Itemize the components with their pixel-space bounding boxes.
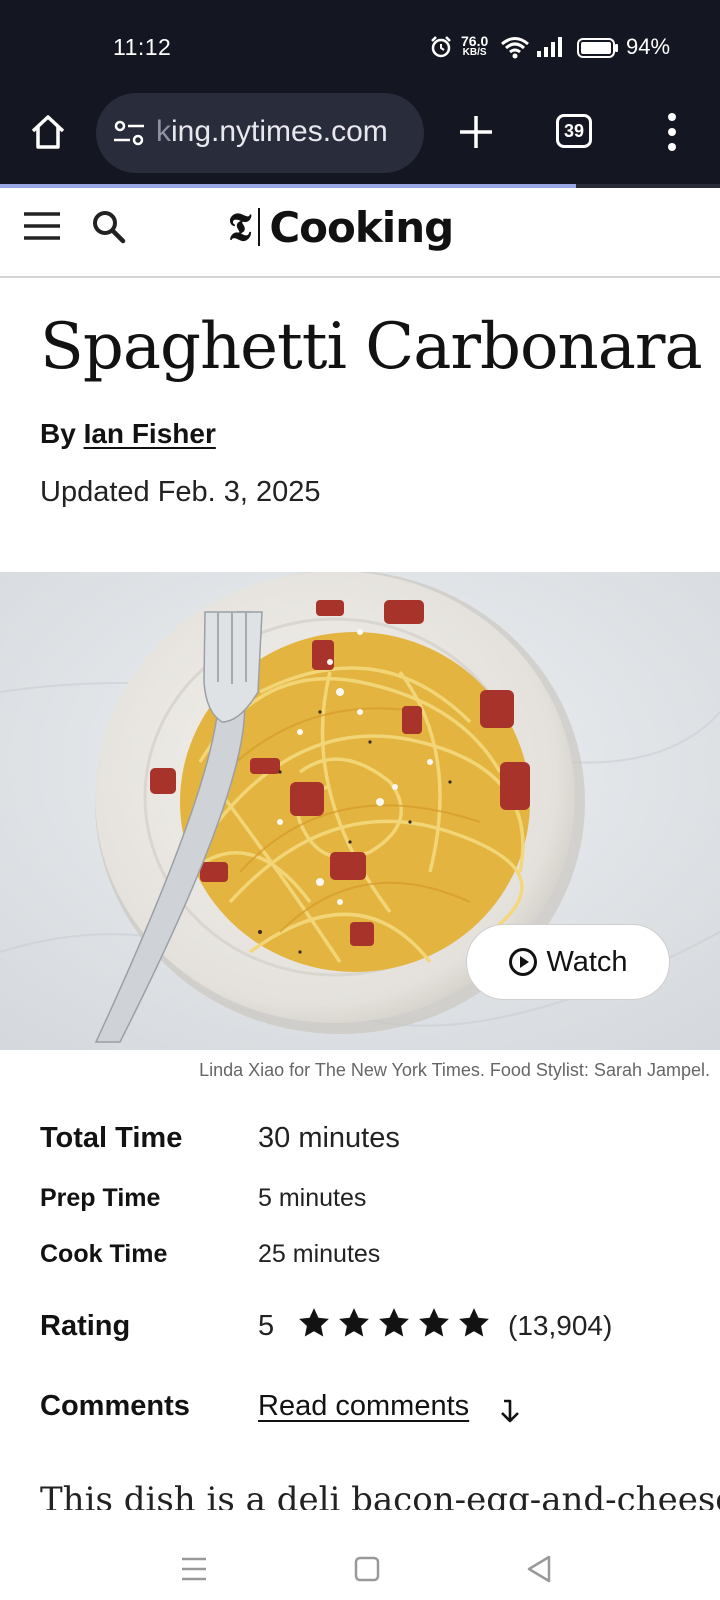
rating-count: (13,904) xyxy=(508,1310,613,1341)
comments-label: Comments xyxy=(40,1390,190,1422)
nav-home-icon[interactable] xyxy=(354,1556,380,1582)
page-title: Spaghetti Carbonara xyxy=(40,310,703,384)
url-text[interactable]: king.nytimes.com xyxy=(156,115,406,149)
rating-stars[interactable] xyxy=(296,1306,492,1340)
browser-toolbar: king.nytimes.com 39 xyxy=(0,92,720,186)
watch-label: Watch xyxy=(546,945,628,978)
home-button[interactable] xyxy=(26,110,70,154)
status-bar: 11:12 76.0 KB/S 94% xyxy=(0,0,720,92)
byline: By Ian Fisher xyxy=(40,418,216,450)
search-icon[interactable] xyxy=(90,208,126,244)
read-comments-link[interactable]: Read comments xyxy=(258,1390,469,1423)
battery-icon xyxy=(577,38,618,58)
site-logo[interactable]: 𝕿 Cooking xyxy=(228,202,454,252)
arrow-down-icon[interactable] xyxy=(498,1398,522,1424)
tabs-icon[interactable]: 39 xyxy=(556,114,592,148)
star-icon xyxy=(339,1308,369,1337)
nav-back-icon[interactable] xyxy=(526,1554,552,1584)
overflow-menu-icon[interactable] xyxy=(662,110,682,154)
net-speed-unit: KB/S xyxy=(462,47,487,58)
net-speed: 76.0 KB/S xyxy=(461,33,489,59)
site-settings-icon[interactable] xyxy=(112,117,146,149)
site-brand: Cooking xyxy=(269,202,454,252)
signal-icon xyxy=(537,37,562,57)
author-link[interactable]: Ian Fisher xyxy=(84,418,216,449)
prep-time-label: Prep Time xyxy=(40,1184,161,1212)
star-icon xyxy=(459,1308,489,1337)
watch-video-button[interactable]: Watch xyxy=(466,924,670,1000)
rating-label: Rating xyxy=(40,1310,131,1342)
wifi-icon xyxy=(501,37,529,59)
site-header: 𝕿 Cooking xyxy=(0,188,720,278)
url-prefix: k xyxy=(156,115,171,148)
total-time-value: 30 minutes xyxy=(258,1122,400,1154)
tab-count: 39 xyxy=(563,120,585,141)
rating-value: 5 xyxy=(258,1310,275,1342)
updated-date: Updated Feb. 3, 2025 xyxy=(40,476,321,508)
nyt-logo-icon: 𝕿 xyxy=(228,204,252,249)
home-icon xyxy=(31,115,65,149)
status-time: 11:12 xyxy=(113,34,172,60)
system-nav-bar xyxy=(0,1510,720,1600)
battery-percent: 94% xyxy=(626,34,671,59)
alarm-icon xyxy=(431,36,451,58)
url-bar[interactable]: king.nytimes.com xyxy=(96,93,424,173)
plus-icon[interactable] xyxy=(456,112,496,152)
play-icon xyxy=(509,948,538,976)
total-time-label: Total Time xyxy=(40,1122,183,1154)
intro-text: This dish is a deli bacon-egg-and-cheese… xyxy=(40,1482,720,1510)
cook-time-value: 25 minutes xyxy=(258,1240,381,1268)
photo-caption: Linda Xiao for The New York Times. Food … xyxy=(199,1060,710,1080)
star-icon xyxy=(419,1308,449,1337)
logo-divider xyxy=(258,208,261,246)
cook-time-label: Cook Time xyxy=(40,1240,168,1268)
byline-prefix: By xyxy=(40,418,76,449)
net-speed-value: 76.0 xyxy=(461,33,489,49)
prep-time-value: 5 minutes xyxy=(258,1184,367,1212)
star-icon xyxy=(379,1308,409,1337)
nav-menu-icon[interactable] xyxy=(180,1556,208,1582)
hamburger-icon[interactable] xyxy=(22,210,62,242)
intro-text-line: This dish is a deli bacon-egg-and-cheese… xyxy=(40,1482,720,1510)
star-icon xyxy=(299,1308,329,1337)
url-domain: ing.nytimes.com xyxy=(171,115,388,148)
